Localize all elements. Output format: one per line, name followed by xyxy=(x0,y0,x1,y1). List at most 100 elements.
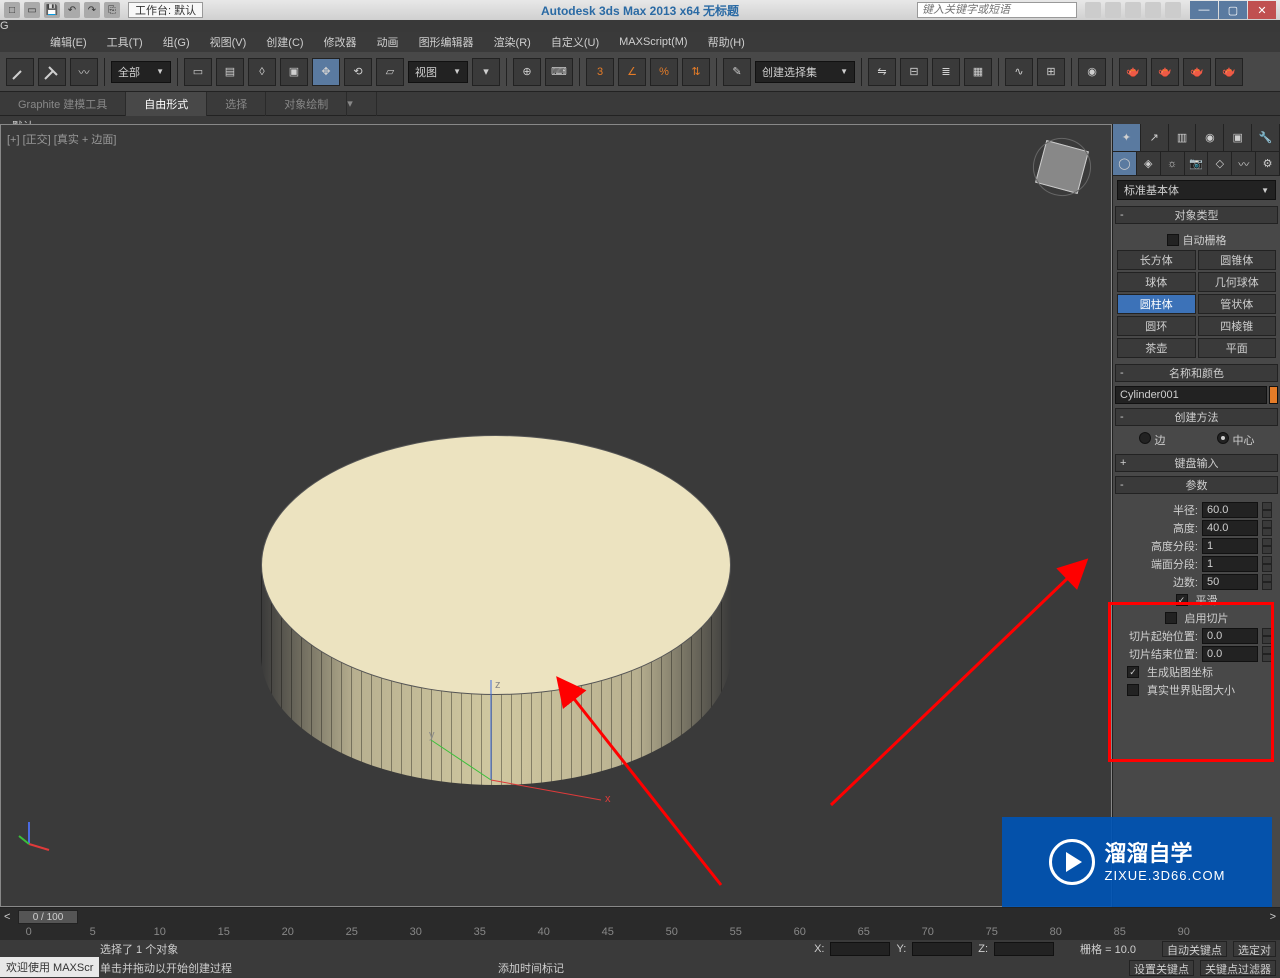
subtab-geometry-icon[interactable]: ◯ xyxy=(1113,152,1137,175)
window-crossing-icon[interactable]: ▣ xyxy=(280,58,308,86)
y-readout[interactable] xyxy=(912,942,972,956)
subtab-shapes-icon[interactable]: ◈ xyxy=(1137,152,1161,175)
x-readout[interactable] xyxy=(830,942,890,956)
sides-spinner[interactable]: 50 xyxy=(1202,574,1258,590)
help-icon[interactable] xyxy=(1165,2,1181,18)
select-scale-icon[interactable]: ▱ xyxy=(376,58,404,86)
maximize-button[interactable]: ▢ xyxy=(1219,1,1247,19)
align-icon[interactable]: ⊟ xyxy=(900,58,928,86)
autogrid-checkbox[interactable] xyxy=(1167,234,1179,246)
new-icon[interactable]: □ xyxy=(4,2,20,18)
menu-tools[interactable]: 工具(T) xyxy=(97,34,153,50)
select-rotate-icon[interactable]: ⟲ xyxy=(344,58,372,86)
btn-plane[interactable]: 平面 xyxy=(1198,338,1277,358)
subtab-cameras-icon[interactable]: 📷 xyxy=(1185,152,1209,175)
select-region-icon[interactable]: ◊ xyxy=(248,58,276,86)
menu-grapheditors[interactable]: 图形编辑器 xyxy=(409,34,484,50)
menu-create[interactable]: 创建(C) xyxy=(256,34,313,50)
material-editor-icon[interactable]: ◉ xyxy=(1078,58,1106,86)
select-object-icon[interactable]: ▭ xyxy=(184,58,212,86)
realworld-checkbox[interactable] xyxy=(1127,684,1139,696)
viewport-perspective[interactable]: [+] [正交] [真实 + 边面] z y x xyxy=(0,124,1112,907)
rendered-frame-icon[interactable]: 🫖 xyxy=(1151,58,1179,86)
btn-torus[interactable]: 圆环 xyxy=(1117,316,1196,336)
select-by-name-icon[interactable]: ▤ xyxy=(216,58,244,86)
btn-geosphere[interactable]: 几何球体 xyxy=(1198,272,1277,292)
object-name-input[interactable] xyxy=(1115,386,1267,404)
btn-sphere[interactable]: 球体 xyxy=(1117,272,1196,292)
help-search-input[interactable] xyxy=(917,2,1077,18)
curve-editor-icon[interactable]: ∿ xyxy=(1005,58,1033,86)
ref-coord-dropdown[interactable]: 视图 xyxy=(408,61,468,83)
subtab-systems-icon[interactable]: ⚙ xyxy=(1256,152,1280,175)
btn-cone[interactable]: 圆锥体 xyxy=(1198,250,1277,270)
tab-utilities-icon[interactable]: 🔧 xyxy=(1252,124,1280,151)
smooth-checkbox[interactable] xyxy=(1176,594,1188,606)
schematic-view-icon[interactable]: ⊞ xyxy=(1037,58,1065,86)
pivot-icon[interactable]: ▾ xyxy=(472,58,500,86)
menu-views[interactable]: 视图(V) xyxy=(200,34,257,50)
ribbon-tab-freeform[interactable]: 自由形式 xyxy=(126,92,207,116)
subtab-spacewarps-icon[interactable]: 〰 xyxy=(1232,152,1256,175)
menu-customize[interactable]: 自定义(U) xyxy=(541,34,609,50)
setkey-button[interactable]: 设置关键点 xyxy=(1129,960,1194,976)
favorite-icon[interactable] xyxy=(1145,2,1161,18)
workspace-dropdown[interactable]: 工作台: 默认 xyxy=(128,2,203,18)
tab-display-icon[interactable]: ▣ xyxy=(1224,124,1252,151)
viewport-label[interactable]: [+] [正交] [真实 + 边面] xyxy=(7,131,116,147)
tab-create-icon[interactable]: ✦ xyxy=(1113,124,1141,151)
angle-snap-icon[interactable]: ∠ xyxy=(618,58,646,86)
named-selection-dropdown[interactable]: 创建选择集 xyxy=(755,61,855,83)
radio-edge[interactable]: 边 xyxy=(1139,432,1166,448)
rollout-keyboard-entry[interactable]: +键盘输入 xyxy=(1115,454,1278,472)
menu-group[interactable]: 组(G) xyxy=(153,34,200,50)
keyfilter-button[interactable]: 关键点过滤器 xyxy=(1200,960,1276,976)
btn-box[interactable]: 长方体 xyxy=(1117,250,1196,270)
tab-hierarchy-icon[interactable]: ▥ xyxy=(1169,124,1197,151)
menu-edit[interactable]: 编辑(E) xyxy=(40,34,97,50)
ribbon-tab-paint[interactable]: 对象绘制 xyxy=(266,92,347,116)
unlink-icon[interactable] xyxy=(38,58,66,86)
render-iterative-icon[interactable]: 🫖 xyxy=(1215,58,1243,86)
btn-cylinder[interactable]: 圆柱体 xyxy=(1117,294,1196,314)
bind-spacewarp-icon[interactable]: 〰 xyxy=(70,58,98,86)
edit-named-sel-icon[interactable]: ✎ xyxy=(723,58,751,86)
height-spinner[interactable]: 40.0 xyxy=(1202,520,1258,536)
signin-icon[interactable] xyxy=(1105,2,1121,18)
ribbon-toggle-icon[interactable]: ▦ xyxy=(964,58,992,86)
slice-from-spinner[interactable]: 0.0 xyxy=(1202,628,1258,644)
subtab-lights-icon[interactable]: ☼ xyxy=(1161,152,1185,175)
redo-icon[interactable]: ↷ xyxy=(84,2,100,18)
application-button[interactable]: G xyxy=(0,20,1280,32)
save-icon[interactable]: 💾 xyxy=(44,2,60,18)
ribbon-expand-icon[interactable]: ▾ xyxy=(347,92,377,116)
select-link-icon[interactable] xyxy=(6,58,34,86)
menu-modifiers[interactable]: 修改器 xyxy=(314,34,367,50)
spinner-snap-icon[interactable]: ⇅ xyxy=(682,58,710,86)
selected-button[interactable]: 选定对 xyxy=(1233,941,1276,957)
percent-snap-icon[interactable]: % xyxy=(650,58,678,86)
btn-teapot[interactable]: 茶壶 xyxy=(1117,338,1196,358)
open-icon[interactable]: ▭ xyxy=(24,2,40,18)
layers-icon[interactable]: ≣ xyxy=(932,58,960,86)
genmap-checkbox[interactable] xyxy=(1127,666,1139,678)
minimize-button[interactable]: — xyxy=(1190,1,1218,19)
menu-rendering[interactable]: 渲染(R) xyxy=(484,34,541,50)
rollout-creation-method[interactable]: -创建方法 xyxy=(1115,408,1278,426)
undo-icon[interactable]: ↶ xyxy=(64,2,80,18)
rollout-parameters[interactable]: -参数 xyxy=(1115,476,1278,494)
render-production-icon[interactable]: 🫖 xyxy=(1183,58,1211,86)
link-icon[interactable]: ⎘ xyxy=(104,2,120,18)
category-dropdown[interactable]: 标准基本体 xyxy=(1117,180,1276,200)
time-slider-handle[interactable]: 0 / 100 xyxy=(18,910,78,924)
menu-maxscript[interactable]: MAXScript(M) xyxy=(609,36,697,48)
menu-help[interactable]: 帮助(H) xyxy=(698,34,755,50)
heightsegs-spinner[interactable]: 1 xyxy=(1202,538,1258,554)
tab-motion-icon[interactable]: ◉ xyxy=(1196,124,1224,151)
viewcube[interactable] xyxy=(1027,135,1097,205)
rollout-name-color[interactable]: -名称和颜色 xyxy=(1115,364,1278,382)
rollout-object-type[interactable]: -对象类型 xyxy=(1115,206,1278,224)
manipulate-icon[interactable]: ⊕ xyxy=(513,58,541,86)
tab-modify-icon[interactable]: ↗ xyxy=(1141,124,1169,151)
selection-filter-dropdown[interactable]: 全部 xyxy=(111,61,171,83)
